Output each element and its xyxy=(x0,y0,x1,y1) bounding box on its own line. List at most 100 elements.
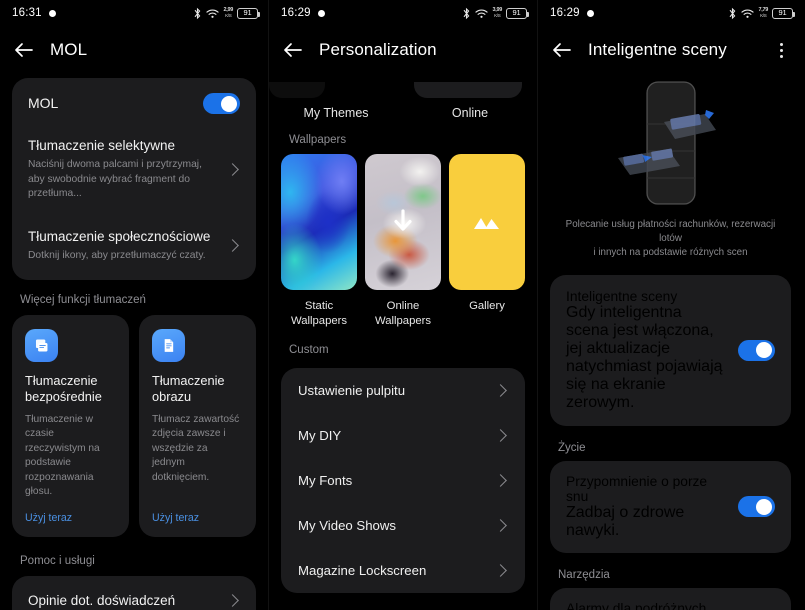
help-services-label: Pomoc i usługi xyxy=(20,554,95,567)
back-arrow-icon[interactable] xyxy=(12,38,36,62)
item-subtitle: Naciśnij dwoma palcami i przytrzymaj, ab… xyxy=(28,159,202,200)
feature-card-direct-translation[interactable]: Tłumaczenie bezpośrednie Tłumaczenie w c… xyxy=(12,314,129,537)
wallpaper-caption: Gallery xyxy=(469,300,505,312)
camera-punchhole-icon xyxy=(586,9,594,17)
list-item-label: My DIY xyxy=(298,427,342,443)
chevron-right-icon xyxy=(494,473,507,487)
wifi-icon xyxy=(741,9,755,18)
chevron-right-icon xyxy=(494,383,507,397)
feedback-card: Opinie dot. doświadczeń xyxy=(12,575,256,610)
chevron-right-icon xyxy=(494,428,507,442)
status-bar-left: 16:29 xyxy=(281,7,325,19)
status-time: 16:29 xyxy=(550,7,580,19)
list-item[interactable]: Ustawienie pulpitu xyxy=(281,368,525,413)
smart-scenes-illustration xyxy=(538,74,803,212)
image-doc-icon xyxy=(152,328,185,362)
mountains-icon xyxy=(474,218,499,229)
three-phone-screenshots: 16:31 2,99 K/S 91 MOL MOL Tłumaczenie se… xyxy=(0,0,805,610)
smart-scenes-toggle[interactable] xyxy=(738,339,775,361)
list-item[interactable]: My Video Shows xyxy=(281,503,525,548)
bluetooth-icon xyxy=(730,7,736,19)
battery-icon: 91 xyxy=(506,7,529,19)
chevron-right-icon xyxy=(226,239,239,253)
status-time: 16:29 xyxy=(281,7,311,19)
back-arrow-icon[interactable] xyxy=(281,38,305,62)
battery-level: 91 xyxy=(243,8,252,18)
chevron-right-icon xyxy=(494,518,507,532)
mol-master-row[interactable]: MOL xyxy=(12,78,256,129)
wallpaper-static[interactable]: Static Wallpapers xyxy=(281,154,357,330)
feature-description: Tłumacz zawartość zdjęcia zawsze i wszęd… xyxy=(152,413,240,483)
back-arrow-icon[interactable] xyxy=(550,38,574,62)
setting-title: Przypomnienie o porze snu xyxy=(566,473,708,504)
smart-scenes-main-card[interactable]: Inteligentne sceny Gdy inteligentna scen… xyxy=(550,274,791,426)
battery-icon: 91 xyxy=(772,7,795,19)
list-item[interactable]: Magazine Lockscreen xyxy=(281,548,525,593)
status-bar: 16:29 7,79 K/S 91 xyxy=(538,0,803,26)
wallpaper-online[interactable]: Online Wallpapers xyxy=(365,154,441,330)
list-item[interactable]: Tłumaczenie społecznościowe Dotknij ikon… xyxy=(12,215,256,280)
wallpaper-options: Static Wallpapers Online Wallpapers Gall… xyxy=(269,154,537,330)
hero-caption: Polecanie usług płatności rachunków, rez… xyxy=(565,219,776,259)
tab-my-themes[interactable]: My Themes xyxy=(269,74,403,126)
mol-master-label: MOL xyxy=(28,95,59,112)
mol-settings-card: MOL Tłumaczenie selektywne Naciśnij dwom… xyxy=(12,78,256,280)
list-item[interactable]: Tłumaczenie selektywne Naciśnij dwoma pa… xyxy=(12,129,256,215)
page-title: Personalization xyxy=(319,40,437,59)
bedtime-reminder-toggle[interactable] xyxy=(738,496,775,518)
status-bar: 16:31 2,99 K/S 91 xyxy=(0,0,268,26)
status-bar-right: 2,99 K/S 91 xyxy=(193,7,260,20)
chevron-right-icon xyxy=(226,594,239,608)
wallpaper-caption: Static Wallpapers xyxy=(290,300,348,328)
item-subtitle: Dotknij ikony, aby przetłumaczyć czaty. xyxy=(28,250,206,262)
more-options-icon[interactable] xyxy=(771,38,791,62)
feature-title: Tłumaczenie obrazu xyxy=(152,372,225,405)
panel-smart-scenes: 16:29 7,79 K/S 91 Inteligentne sceny Pol… xyxy=(538,0,803,610)
chevron-right-icon xyxy=(494,563,507,577)
page-title: MOL xyxy=(50,40,88,59)
group-label-narzedzia: Narzędzia xyxy=(558,568,610,581)
wifi-icon xyxy=(475,9,489,18)
network-speed-icon: 2,99 K/S xyxy=(223,7,233,18)
feedback-label: Opinie dot. doświadczeń xyxy=(28,592,176,608)
feature-cards: Tłumaczenie bezpośrednie Tłumaczenie w c… xyxy=(0,314,268,537)
camera-punchhole-icon xyxy=(48,9,56,17)
custom-label: Custom xyxy=(289,343,329,356)
list-item[interactable]: My DIY xyxy=(281,413,525,458)
custom-list-card: Ustawienie pulpitu My DIY My Fonts My Vi… xyxy=(281,367,525,593)
chevron-right-icon xyxy=(226,163,239,176)
camera-punchhole-icon xyxy=(317,9,325,17)
use-now-link[interactable]: Użyj teraz xyxy=(25,512,116,524)
tab-online[interactable]: Online xyxy=(403,74,537,126)
feedback-row[interactable]: Opinie dot. doświadczeń xyxy=(12,576,256,610)
list-item-label: My Fonts xyxy=(298,472,353,488)
panel-personalization: 16:29 3,99 K/S 91 Personalization My Them… xyxy=(268,0,538,610)
app-bar: Personalization xyxy=(269,26,537,74)
online-wallpaper-thumbnail xyxy=(365,154,441,290)
battery-level: 91 xyxy=(512,8,521,18)
translate-doc-icon xyxy=(25,328,58,362)
mol-master-toggle[interactable] xyxy=(203,93,240,114)
group-label-zycie: Życie xyxy=(558,441,586,454)
wallpaper-gallery[interactable]: Gallery xyxy=(449,154,525,330)
item-title: Tłumaczenie społecznościowe xyxy=(28,229,211,245)
network-speed-icon: 3,99 K/S xyxy=(492,7,502,18)
download-arrow-icon xyxy=(394,209,412,231)
battery-icon: 91 xyxy=(237,7,260,19)
page-title: Inteligentne sceny xyxy=(588,40,727,59)
status-bar-right: 7,79 K/S 91 xyxy=(728,7,795,20)
feature-card-image-translation[interactable]: Tłumaczenie obrazu Tłumacz zawartość zdj… xyxy=(139,314,256,537)
more-functions-label: Więcej funkcji tłumaczeń xyxy=(20,293,146,306)
list-item[interactable]: My Fonts xyxy=(281,458,525,503)
app-bar: MOL xyxy=(0,26,268,74)
setting-subtitle: Zadbaj o zdrowe nawyki. xyxy=(566,503,685,539)
static-wallpaper-thumbnail xyxy=(281,154,357,290)
tab-label: My Themes xyxy=(303,106,369,120)
network-speed-icon: 7,79 K/S xyxy=(758,7,768,18)
item-title: Tłumaczenie selektywne xyxy=(28,138,176,153)
travel-alarms-card[interactable]: Alarmy dla podróżnych Przypomnienie o do… xyxy=(550,587,791,610)
tab-label: Online xyxy=(451,106,489,120)
status-bar: 16:29 3,99 K/S 91 xyxy=(269,0,537,26)
use-now-link[interactable]: Użyj teraz xyxy=(152,512,243,524)
bedtime-reminder-card[interactable]: Przypomnienie o porze snu Zadbaj o zdrow… xyxy=(550,460,791,553)
